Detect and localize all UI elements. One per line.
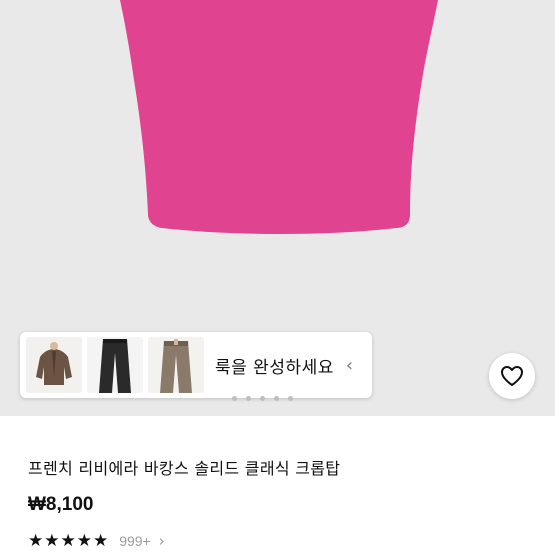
favorite-button[interactable] [489, 353, 535, 399]
rating-stars-icon: ★★★★★ [28, 531, 110, 551]
complete-the-look-label: 룩을 완성하세요 [215, 357, 334, 378]
carousel-dot [260, 396, 265, 401]
chevron-left-icon[interactable]: ‹ [346, 355, 353, 376]
carousel-dot [288, 396, 293, 401]
chevron-right-icon[interactable]: › [159, 532, 165, 550]
product-price: ₩8,100 [28, 494, 94, 515]
product-image[interactable]: 룩을 완성하세요 ‹ [0, 0, 555, 416]
complete-the-look-widget[interactable]: 룩을 완성하세요 ‹ [20, 332, 372, 398]
brown-pants-thumbnail[interactable] [148, 337, 204, 393]
carousel-dot [232, 396, 237, 401]
carousel-dot [246, 396, 251, 401]
product-rating[interactable]: ★★★★★ 999+ › [28, 531, 165, 551]
heart-icon [501, 366, 523, 386]
review-count: 999+ [119, 533, 151, 549]
carousel-dot [274, 396, 279, 401]
jacket-thumbnail[interactable] [26, 337, 82, 393]
product-title: 프렌치 리비에라 바캉스 솔리드 클래식 크롭탑 [28, 459, 341, 478]
carousel-indicator [232, 396, 293, 401]
black-pants-thumbnail[interactable] [87, 337, 143, 393]
